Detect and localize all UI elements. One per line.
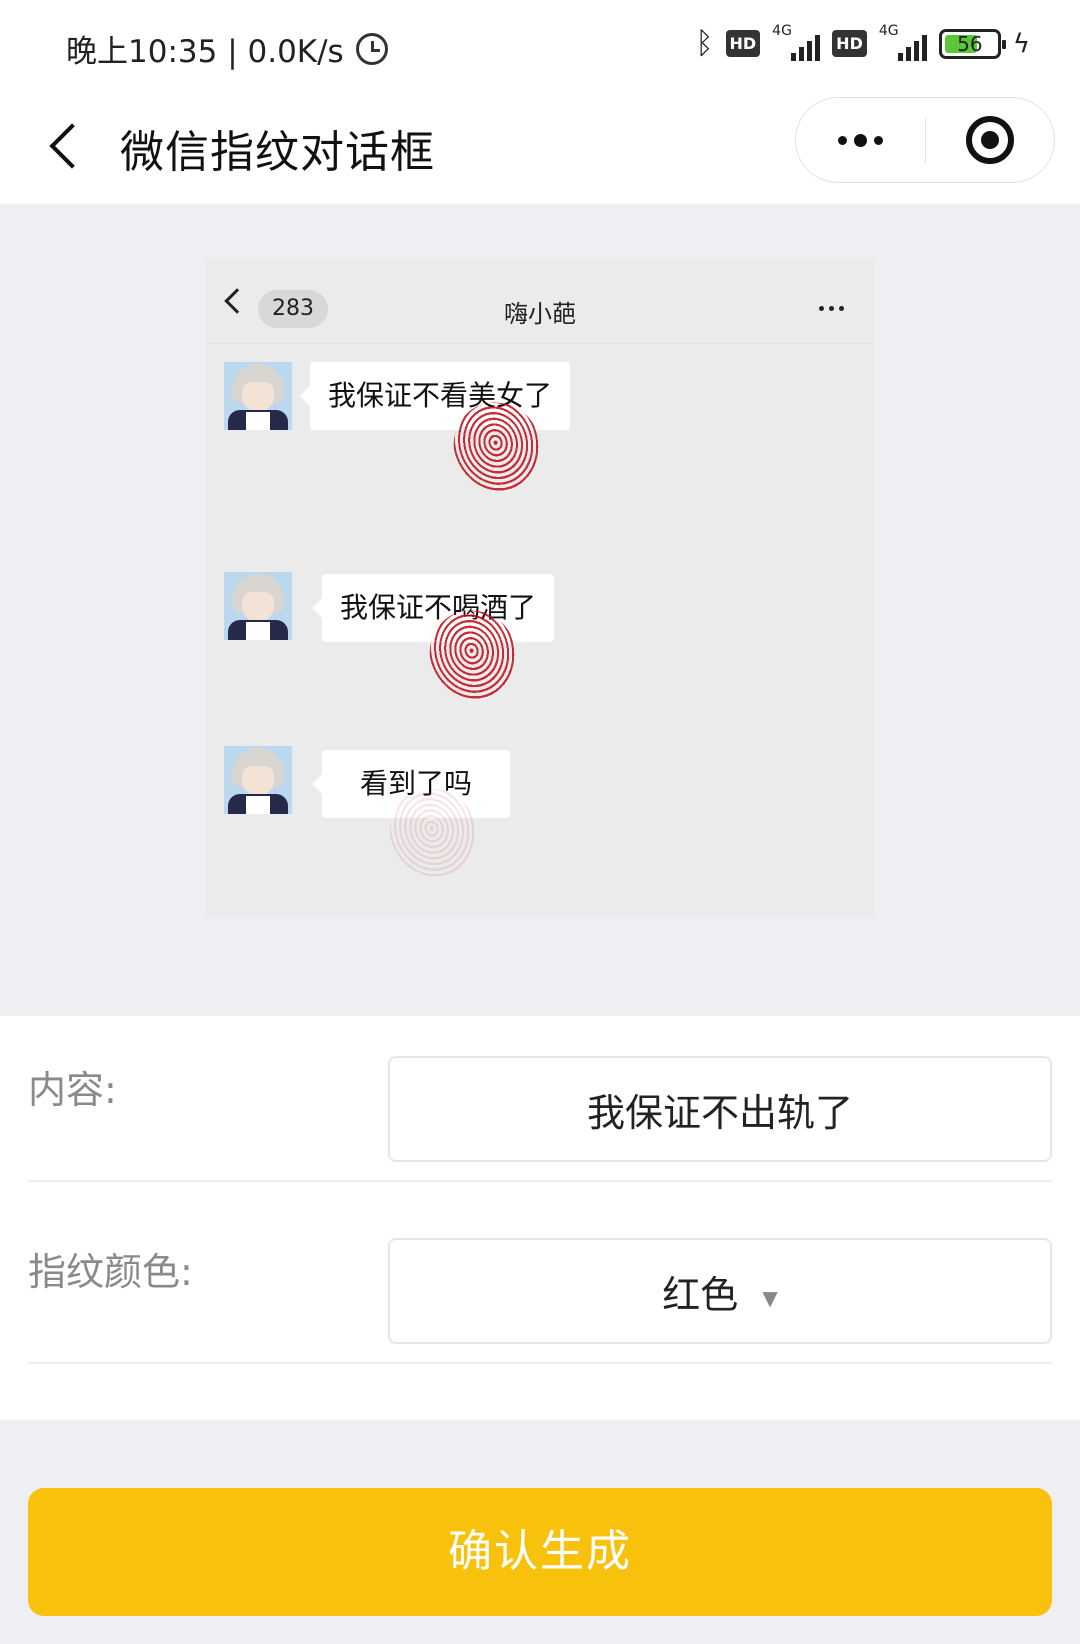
more-dot-icon bbox=[854, 133, 867, 147]
bottom-action-area: 确认生成 bbox=[0, 1420, 1080, 1644]
battery-icon: 56 bbox=[938, 28, 1006, 59]
chat-contact-name: 嗨小葩 bbox=[504, 300, 576, 328]
network-type-1: 4G bbox=[772, 22, 792, 39]
target-icon bbox=[966, 116, 1014, 164]
status-time-speed: 晚上10:35 | 0.0K/s bbox=[66, 34, 344, 70]
hd-badge-2: HD bbox=[832, 30, 867, 57]
close-mini-program-button[interactable] bbox=[926, 98, 1054, 182]
nav-bar: 微信指纹对话框 bbox=[0, 92, 1080, 204]
content-row: 内容: bbox=[28, 1016, 1052, 1182]
chat-preview: 283 嗨小葩 我保证不看美女了 我保证不喝酒了 看到了吗 bbox=[206, 258, 874, 918]
color-select-value: 红色 bbox=[662, 1272, 739, 1317]
charging-icon: ϟ bbox=[1012, 28, 1030, 59]
page-title: 微信指纹对话框 bbox=[120, 127, 435, 178]
color-label: 指纹颜色: bbox=[28, 1250, 193, 1294]
content-label: 内容: bbox=[28, 1068, 117, 1112]
preview-area: 283 嗨小葩 我保证不看美女了 我保证不喝酒了 看到了吗 bbox=[0, 204, 1080, 1016]
more-dot-icon bbox=[874, 135, 883, 145]
more-dot-icon bbox=[838, 135, 847, 145]
back-arrow-icon[interactable] bbox=[46, 118, 86, 178]
more-menu-button[interactable] bbox=[796, 98, 925, 182]
alarm-icon bbox=[355, 32, 388, 65]
content-field[interactable] bbox=[388, 1056, 1052, 1162]
confirm-generate-button[interactable]: 确认生成 bbox=[28, 1488, 1052, 1616]
hd-badge-1: HD bbox=[725, 30, 761, 57]
settings-form: 内容: 指纹颜色: 红色 ▼ bbox=[0, 1016, 1080, 1420]
chat-header: 283 嗨小葩 bbox=[206, 258, 874, 344]
avatar bbox=[224, 746, 292, 814]
battery-level: 56 bbox=[957, 31, 983, 56]
dropdown-arrow-icon: ▼ bbox=[762, 1286, 778, 1310]
status-left: 晚上10:35 | 0.0K/s bbox=[66, 26, 388, 71]
status-bar: 晚上10:35 | 0.0K/s ᛒ HD 4G HD 4G 56 ϟ bbox=[0, 0, 1080, 92]
bluetooth-icon: ᛒ bbox=[695, 26, 714, 61]
signal-icon-2: 4G bbox=[879, 23, 927, 61]
avatar bbox=[224, 572, 292, 640]
signal-icon-1: 4G bbox=[772, 23, 821, 61]
status-right: ᛒ HD 4G HD 4G 56 ϟ bbox=[695, 23, 1031, 62]
content-input[interactable] bbox=[390, 1058, 1050, 1160]
mini-program-capsule bbox=[795, 97, 1055, 183]
color-select[interactable]: 红色 ▼ bbox=[388, 1238, 1052, 1344]
network-type-2: 4G bbox=[878, 22, 899, 39]
color-row: 指纹颜色: 红色 ▼ bbox=[28, 1198, 1052, 1364]
avatar bbox=[224, 362, 292, 430]
chat-more-icon bbox=[819, 306, 844, 311]
